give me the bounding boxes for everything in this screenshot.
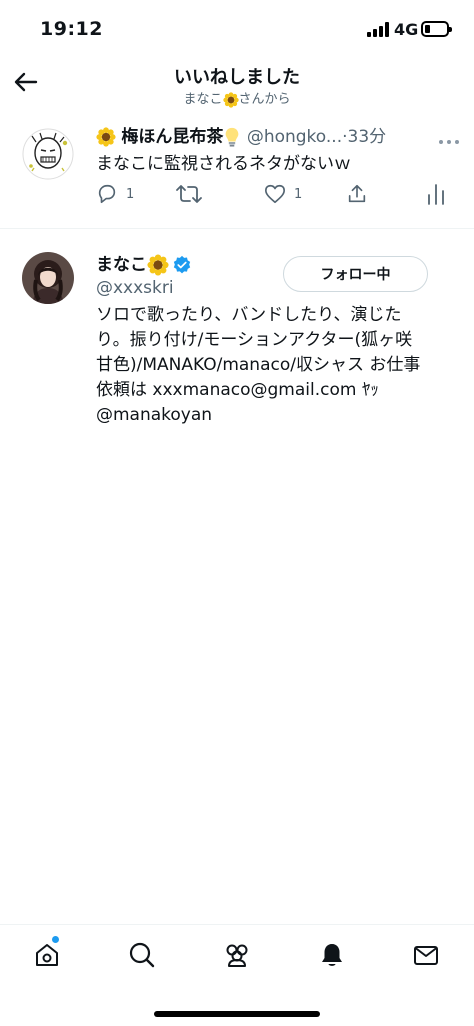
divider <box>0 228 474 229</box>
bio-line: り。振り付け/モーションアクター(狐ヶ咲 <box>96 330 413 350</box>
cellular-signal-icon <box>367 22 389 37</box>
user-cell[interactable]: まなこ @xxxskri フォロー中 ソロで歌ったり、バンドしたり、演じた り。… <box>0 240 474 440</box>
avatar[interactable] <box>22 128 74 180</box>
page-subtitle: まなこ さんから <box>0 88 474 108</box>
avatar[interactable] <box>22 252 74 304</box>
home-icon <box>36 944 58 966</box>
tweet-timestamp: 33分 <box>347 127 387 147</box>
home-unread-dot <box>52 936 59 943</box>
tab-messages[interactable] <box>412 941 440 969</box>
subtitle-user: まなこ <box>183 92 223 107</box>
user-name-row: まなこ <box>96 250 192 276</box>
user-bio: ソロで歌ったり、バンドしたり、演じた り。振り付け/モーションアクター(狐ヶ咲 … <box>96 303 426 428</box>
reply-icon <box>98 184 116 204</box>
user-display-name[interactable]: まなこ <box>96 255 147 275</box>
share-icon <box>348 184 366 203</box>
doodle-avatar-image <box>22 128 74 180</box>
network-type: 4G <box>394 20 419 39</box>
analytics-button[interactable] <box>426 182 446 206</box>
like-button[interactable]: 1 <box>264 182 302 206</box>
bio-line: @manakoyan <box>96 405 213 425</box>
reply-count: 1 <box>126 186 135 202</box>
like-count: 1 <box>294 186 303 202</box>
search-icon <box>129 942 155 968</box>
sunflower-emoji-icon <box>96 127 116 147</box>
tweet-text: まなこに監視されるネタがないｗ <box>96 154 351 174</box>
analytics-icon <box>428 184 444 205</box>
tweet-author-handle: @hongko... <box>246 127 343 147</box>
page-header: いいねしました まなこ さんから <box>0 58 474 114</box>
page-title: いいねしました <box>174 67 300 88</box>
notifications-icon <box>322 944 342 966</box>
tweet-actions: 1 1 <box>96 182 456 206</box>
home-indicator[interactable] <box>154 1011 320 1017</box>
sunflower-emoji-icon <box>222 91 239 108</box>
status-time: 19:12 <box>40 18 103 40</box>
tweet-author-name[interactable]: 梅ほん昆布茶 <box>121 127 223 147</box>
bio-line: ソロで歌ったり、バンドしたり、演じた <box>96 305 402 325</box>
sunflower-emoji-icon <box>147 254 169 276</box>
more-button[interactable] <box>438 130 460 144</box>
bottom-tab-bar <box>0 924 474 1026</box>
communities-icon <box>226 944 248 967</box>
tab-notifications[interactable] <box>318 941 346 969</box>
share-button[interactable] <box>346 182 368 206</box>
messages-icon <box>414 946 438 965</box>
retweet-button[interactable] <box>176 182 202 206</box>
battery-icon <box>421 21 452 37</box>
retweet-icon <box>176 185 202 203</box>
user-handle: @xxxskri <box>96 278 174 298</box>
light-bulb-emoji-icon <box>226 127 239 147</box>
reply-button[interactable]: 1 <box>96 182 134 206</box>
verified-badge-icon <box>173 255 191 274</box>
status-bar: 19:12 4G <box>0 0 474 58</box>
bio-line: 甘色)/MANAKO/manaco/収シャス お仕事 <box>96 355 421 375</box>
tab-search[interactable] <box>128 941 156 969</box>
like-icon <box>265 184 285 204</box>
profile-photo-image <box>22 252 74 304</box>
subtitle-suffix: さんから <box>238 92 291 107</box>
liked-tweet[interactable]: 梅ほん昆布茶 @hongko...·33分 まなこに監視されるネタがないｗ 1 … <box>0 116 474 226</box>
tweet-header: 梅ほん昆布茶 @hongko...·33分 <box>96 122 462 148</box>
following-button[interactable]: フォロー中 <box>283 256 428 292</box>
tab-home[interactable] <box>33 941 61 969</box>
more-icon <box>439 140 459 144</box>
bio-line: 依頼は xxxmanaco@gmail.com ﾔｯ <box>96 380 379 400</box>
tab-communities[interactable] <box>222 941 252 969</box>
